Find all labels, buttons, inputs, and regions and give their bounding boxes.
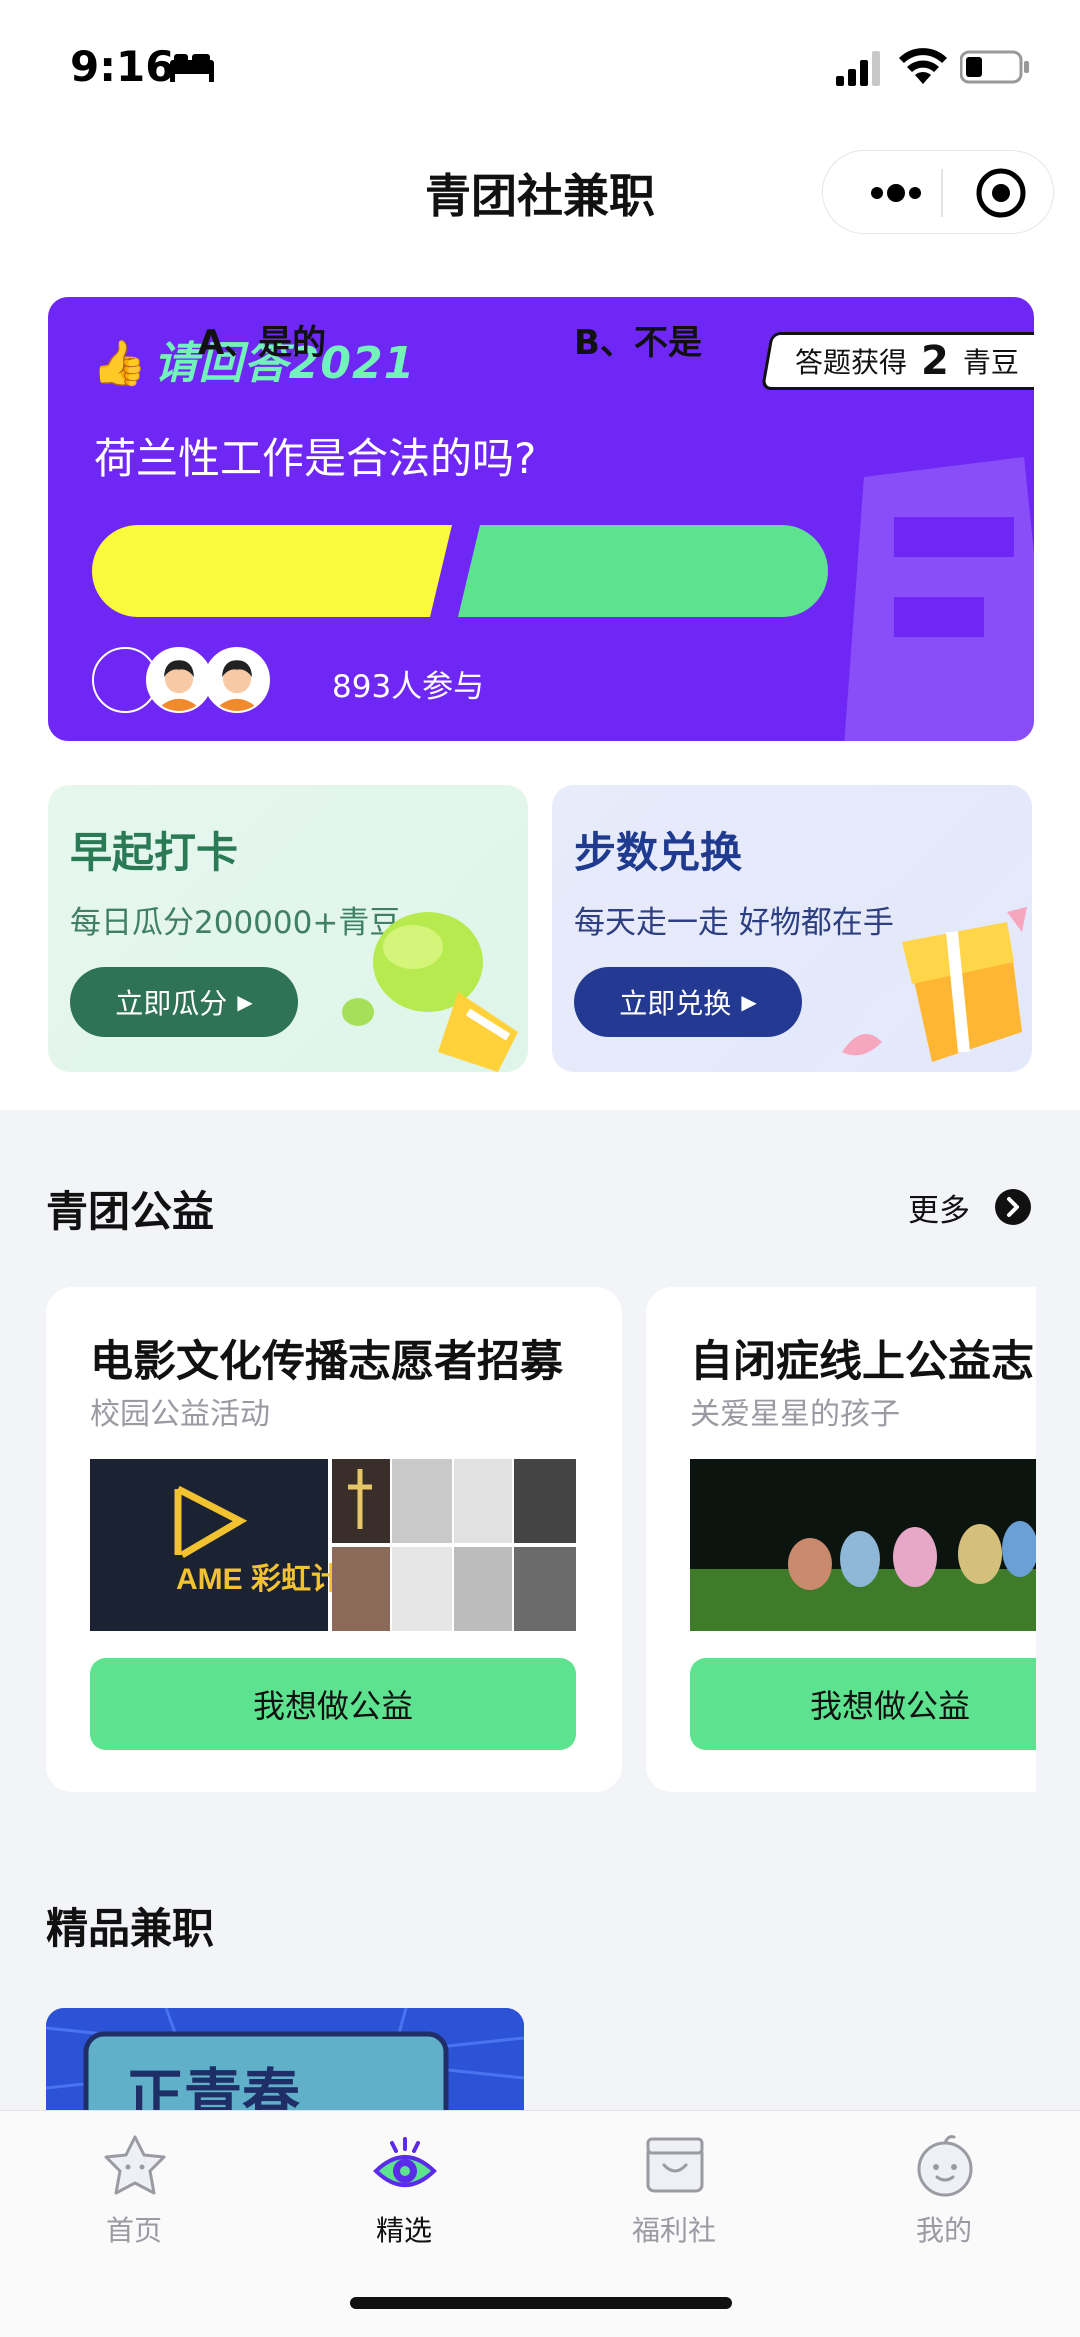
section-title-jobs: 精品兼职	[46, 1904, 215, 1953]
tab-label: 精选	[375, 2214, 432, 2247]
play-arrow-icon: ▶	[237, 990, 253, 1014]
eye-icon	[373, 2137, 437, 2187]
tab-home[interactable]: 首页	[34, 2129, 234, 2249]
charity-card[interactable]: 电影文化传播志愿者招募 校园公益活动 AME 彩虹计划 我想做公益	[46, 1287, 622, 1792]
promo-card-checkin[interactable]: 早起打卡 每日瓜分200000+青豆 立即瓜分 ▶	[48, 785, 528, 1072]
status-bar: 9:16	[0, 0, 1080, 130]
charity-button-label: 我想做公益	[809, 1687, 970, 1725]
promo-button-label: 立即瓜分	[115, 987, 228, 1020]
reward-unit: 青豆	[962, 346, 1019, 379]
job-card-banner[interactable]: 正青春	[46, 2008, 524, 2118]
quiz-decoration	[844, 457, 1034, 741]
charity-image	[690, 1459, 1036, 1631]
avatar	[204, 647, 270, 713]
charity-button-label: 我想做公益	[252, 1687, 413, 1725]
promo-button-label: 立即兑换	[619, 987, 732, 1020]
tab-featured[interactable]: 精选	[304, 2129, 504, 2249]
home-indicator	[350, 2297, 732, 2309]
option-b-button[interactable]	[458, 525, 828, 617]
bed-icon	[170, 54, 214, 82]
smile-face-icon	[917, 2135, 973, 2197]
avatar	[146, 647, 212, 713]
option-a-label: A、是的	[197, 323, 327, 363]
promo-card-steps[interactable]: 步数兑换 每天走一走 好物都在手 立即兑换 ▶	[552, 785, 1032, 1072]
promo-title: 步数兑换	[574, 828, 743, 877]
more-label: 更多	[908, 1192, 970, 1229]
capsule-divider	[941, 169, 943, 217]
gift-box-illustration	[842, 907, 1027, 1062]
promo-button-steps[interactable]: 立即兑换 ▶	[574, 967, 802, 1037]
chevron-right-circle-icon	[995, 1189, 1031, 1225]
quiz-banner: 👍 请回答2021 答题获得 2 青豆 荷兰性工作是合法的吗? A、是的 B、不是…	[48, 297, 1034, 741]
charity-join-button[interactable]: 我想做公益	[690, 1658, 1036, 1750]
close-target-icon[interactable]	[973, 165, 1029, 221]
charity-image: AME 彩虹计划	[90, 1459, 576, 1631]
signal-icon	[836, 51, 880, 86]
reward-amount: 2	[921, 338, 949, 384]
tab-label: 首页	[105, 2214, 162, 2247]
participants-count: 893人参与	[332, 669, 485, 705]
play-arrow-icon: ▶	[741, 990, 757, 1014]
section-title-charity: 青团公益	[46, 1187, 215, 1236]
promo-title: 早起打卡	[70, 828, 239, 877]
tab-label: 福利社	[631, 2214, 716, 2247]
star-face-icon	[104, 2135, 166, 2195]
tab-label: 我的	[915, 2214, 972, 2247]
mini-program-capsule	[822, 150, 1054, 234]
charity-join-button[interactable]: 我想做公益	[90, 1658, 576, 1750]
charity-subtitle: 校园公益活动	[90, 1397, 270, 1432]
option-b-label: B、不是	[574, 323, 702, 363]
tab-mine[interactable]: 我的	[844, 2129, 1044, 2249]
option-a-button[interactable]	[92, 525, 452, 617]
shop-icon	[646, 2137, 704, 2193]
status-time: 9:16	[70, 42, 175, 91]
tab-welfare[interactable]: 福利社	[574, 2129, 774, 2249]
charity-title: 自闭症线上公益志	[690, 1337, 1034, 1387]
promo-button-checkin[interactable]: 立即瓜分 ▶	[70, 967, 298, 1037]
charity-card[interactable]: 自闭症线上公益志 关爱星星的孩子 我想做公益	[646, 1287, 1036, 1792]
reward-prefix: 答题获得	[795, 346, 908, 379]
wifi-icon	[899, 48, 947, 84]
charity-subtitle: 关爱星星的孩子	[690, 1397, 900, 1432]
quiz-question: 荷兰性工作是合法的吗?	[94, 434, 537, 483]
charity-title: 电影文化传播志愿者招募	[90, 1337, 563, 1387]
more-dots-icon[interactable]	[851, 169, 941, 217]
battery-icon	[960, 50, 1029, 84]
more-link[interactable]: 更多	[908, 1185, 1032, 1229]
alarm-bell-illustration	[342, 912, 518, 1072]
